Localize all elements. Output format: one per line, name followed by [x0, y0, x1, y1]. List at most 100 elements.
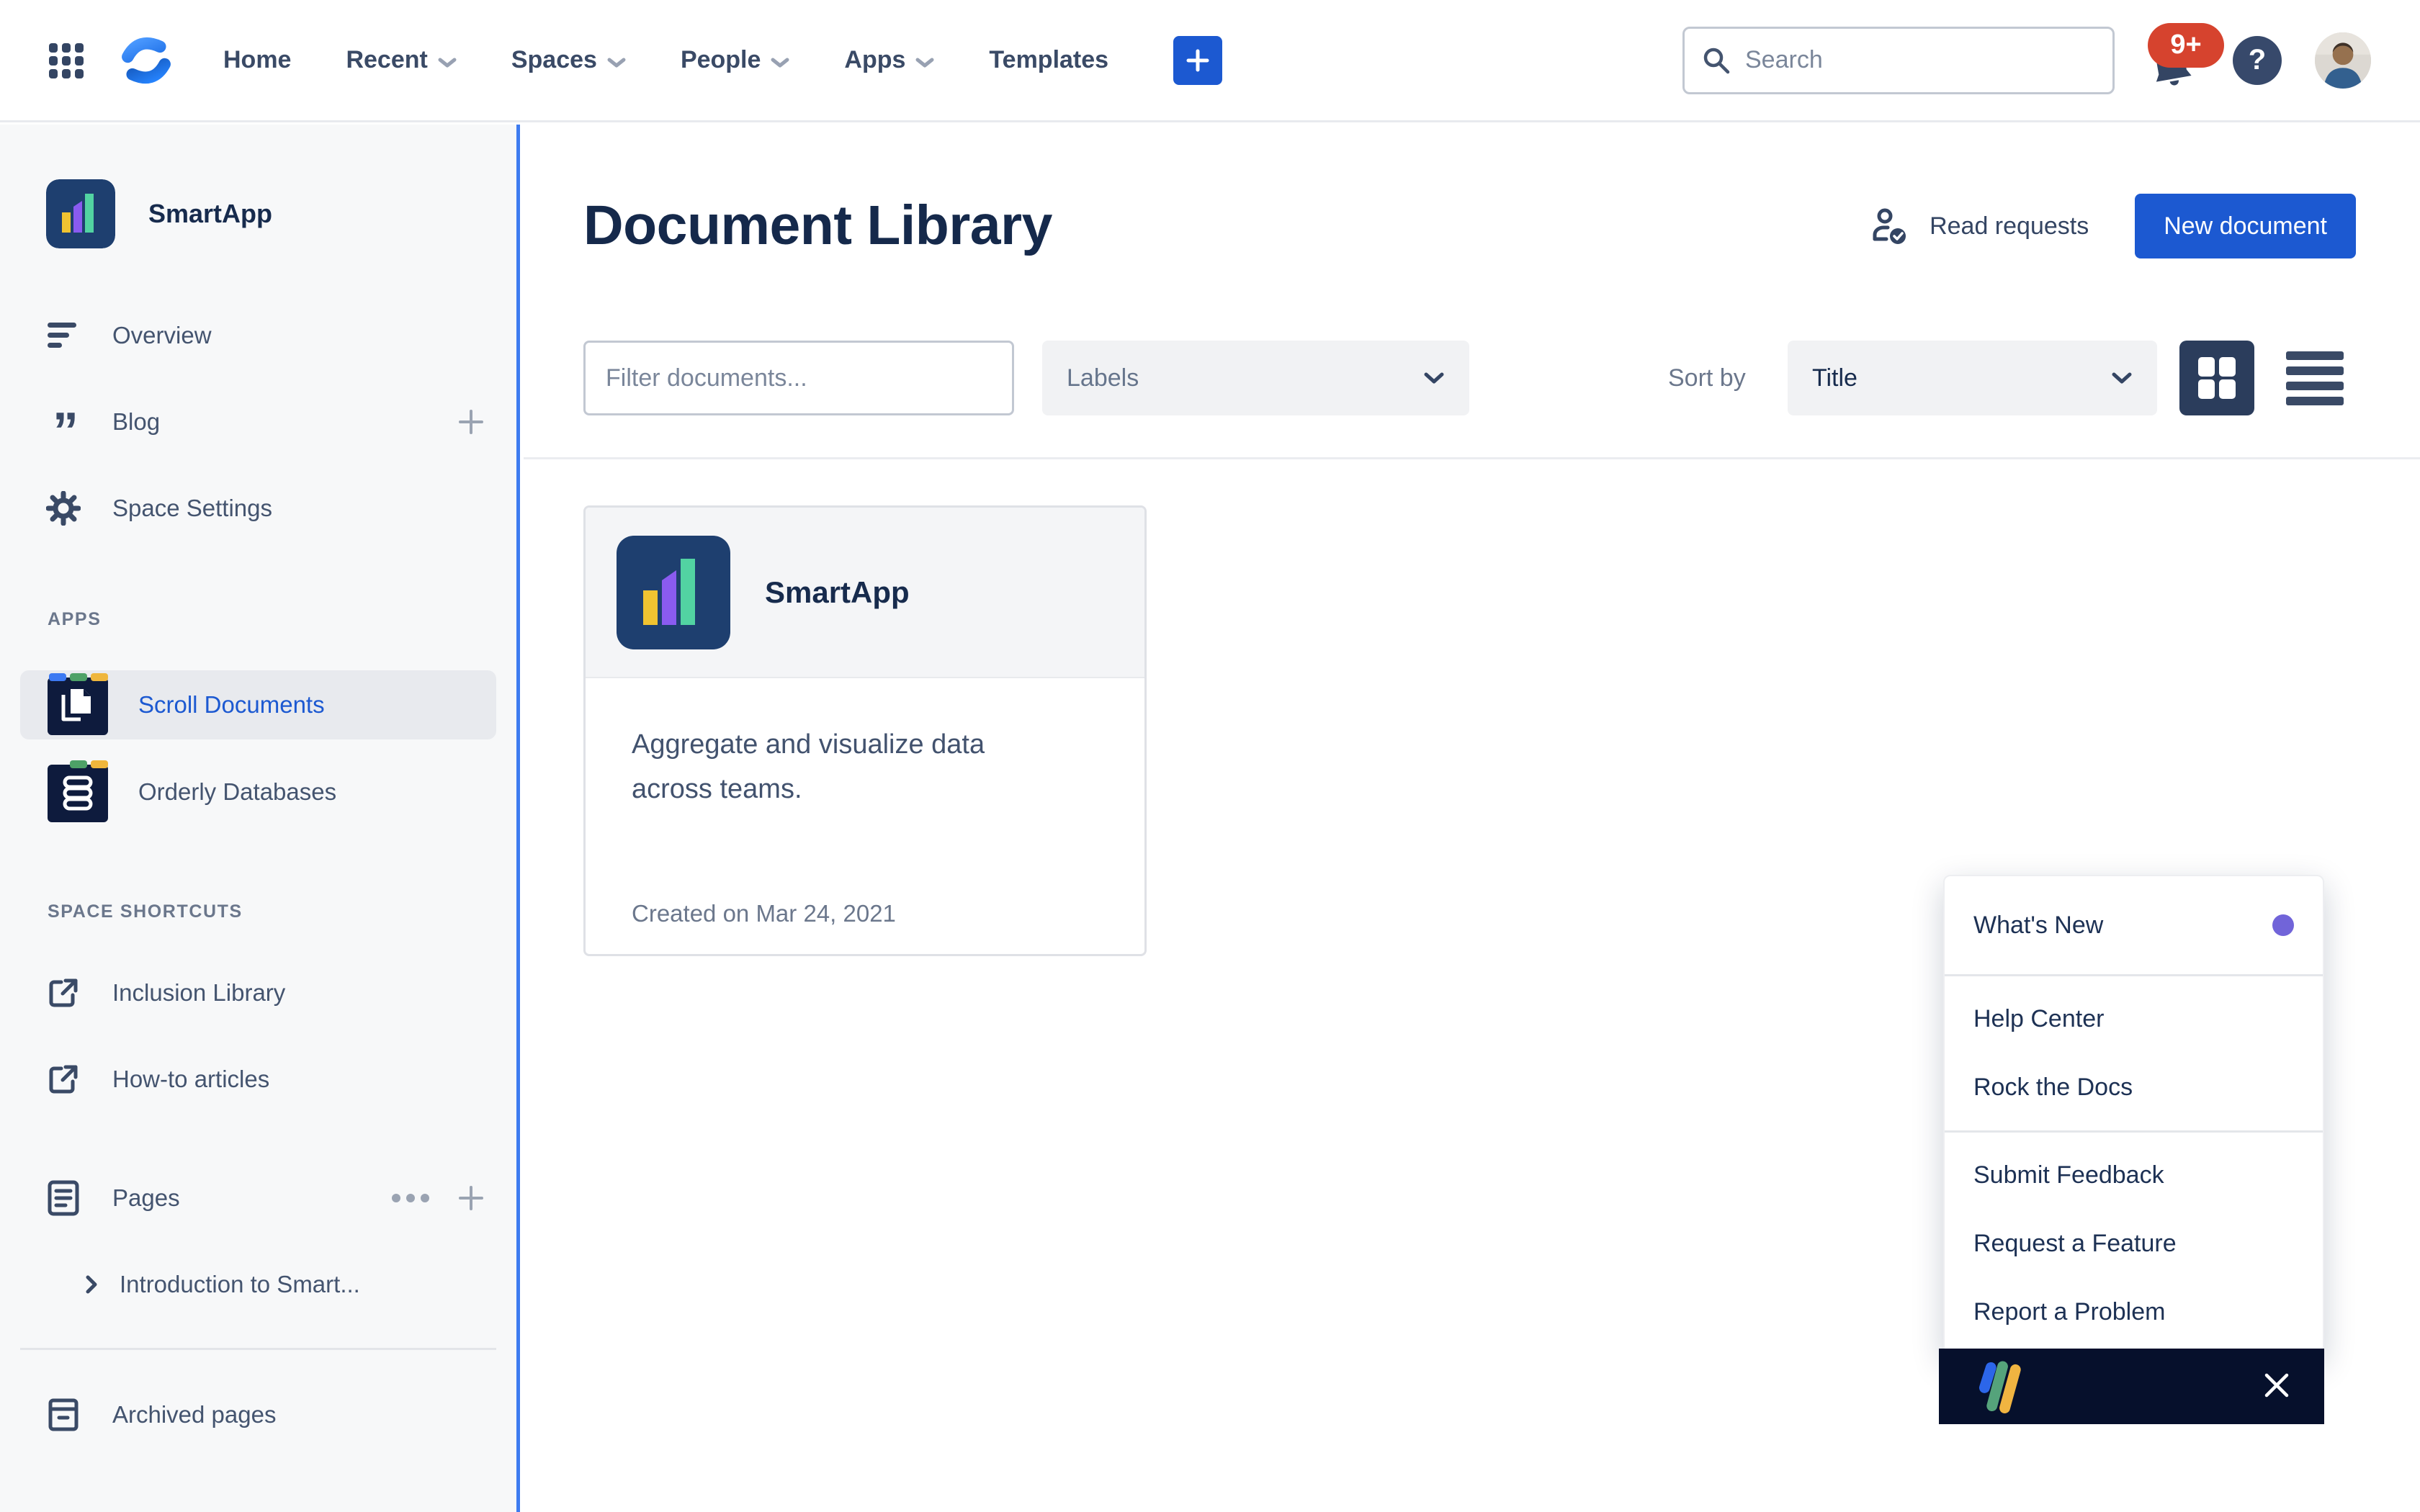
k15t-logo-icon [1969, 1360, 2038, 1413]
pages-icon [46, 1181, 81, 1215]
nav-home[interactable]: Home [223, 46, 291, 74]
sort-value: Title [1812, 364, 1857, 392]
nav-recent[interactable]: Recent [346, 46, 456, 74]
add-blog-icon[interactable] [457, 408, 485, 436]
confluence-logo-icon[interactable] [117, 35, 176, 86]
external-link-icon [46, 976, 81, 1010]
app-switcher-icon[interactable] [46, 40, 86, 81]
list-view-icon [2286, 351, 2344, 360]
top-navigation-bar: Home Recent Spaces People Apps Templates [0, 0, 2420, 122]
sidebar-item-label: Inclusion Library [112, 979, 285, 1007]
whats-new-dot [2272, 914, 2294, 936]
document-created-date: Created on Mar 24, 2021 [632, 900, 1098, 927]
chevron-down-icon [438, 57, 457, 68]
add-page-icon[interactable] [457, 1184, 485, 1212]
scroll-documents-app-icon [46, 673, 109, 737]
menu-item-help-center[interactable]: Help Center [1945, 985, 2323, 1053]
sidebar-item-scroll-documents[interactable]: Scroll Documents [20, 670, 496, 739]
smartapp-document-logo [617, 536, 730, 649]
document-description: Aggregate and visualize data across team… [632, 723, 1057, 811]
sidebar-item-inclusion-library[interactable]: Inclusion Library [0, 958, 516, 1027]
shortcuts-section-title: SPACE SHORTCUTS [0, 901, 516, 922]
chevron-down-icon [2111, 372, 2133, 384]
sidebar-item-overview[interactable]: Overview [0, 301, 516, 370]
filter-documents-input[interactable] [583, 341, 1014, 415]
filter-toolbar: Labels Sort by Title [524, 341, 2420, 415]
sidebar-item-introduction-page[interactable]: Introduction to Smart... [0, 1250, 516, 1319]
space-name: SmartApp [148, 199, 272, 229]
orderly-databases-app-icon [46, 760, 109, 824]
sidebar-item-blog[interactable]: ” Blog [0, 387, 516, 456]
quote-icon: ” [46, 405, 81, 439]
search-icon [1701, 45, 1731, 76]
document-title: SmartApp [765, 575, 910, 610]
notification-count-badge: 9+ [2148, 23, 2224, 68]
sort-by-label: Sort by [1668, 341, 1746, 415]
search-input[interactable] [1682, 27, 2115, 94]
external-link-icon [46, 1062, 81, 1097]
apps-section-title: APPS [0, 609, 516, 630]
user-avatar[interactable] [2315, 32, 2371, 89]
gear-icon [46, 491, 81, 526]
sidebar-item-archived-pages[interactable]: Archived pages [0, 1380, 516, 1449]
more-options-icon[interactable] [391, 1193, 430, 1203]
align-left-icon [46, 318, 81, 353]
nav-apps[interactable]: Apps [844, 46, 934, 74]
grid-view-icon [2197, 356, 2237, 400]
space-header[interactable]: SmartApp [0, 125, 516, 248]
person-check-icon [1869, 207, 1909, 245]
primary-nav: Home Recent Spaces People Apps Templates [223, 46, 1163, 74]
chevron-down-icon [915, 57, 934, 68]
sidebar-item-orderly-databases[interactable]: Orderly Databases [0, 757, 516, 827]
document-card[interactable]: SmartApp Aggregate and visualize data ac… [583, 505, 1147, 956]
page-tree-item-label: Introduction to Smart... [120, 1271, 360, 1298]
labels-filter-value: Labels [1067, 364, 1139, 392]
menu-item-rock-the-docs[interactable]: Rock the Docs [1945, 1053, 2323, 1122]
sidebar-item-label: Overview [112, 322, 212, 349]
create-button[interactable] [1173, 36, 1222, 85]
menu-item-submit-feedback[interactable]: Submit Feedback [1945, 1141, 2323, 1210]
close-icon [2261, 1369, 2293, 1401]
read-requests-label: Read requests [1930, 212, 2089, 240]
nav-templates[interactable]: Templates [989, 46, 1108, 74]
plus-icon [1185, 48, 1211, 73]
nav-people[interactable]: People [681, 46, 789, 74]
sidebar-item-label: Archived pages [112, 1401, 276, 1428]
sort-dropdown[interactable]: Title [1788, 341, 2157, 415]
grid-view-button[interactable] [2179, 341, 2254, 415]
sidebar-item-label: How-to articles [112, 1066, 269, 1093]
banner-close-button[interactable] [2259, 1369, 2294, 1404]
sidebar-item-space-settings[interactable]: Space Settings [0, 474, 516, 543]
read-requests-button[interactable]: Read requests [1869, 207, 2089, 245]
menu-item-report-a-problem[interactable]: Report a Problem [1945, 1278, 2323, 1346]
list-view-button[interactable] [2286, 349, 2344, 407]
sidebar-item-label: Pages [112, 1184, 180, 1212]
sidebar-item-label: Space Settings [112, 495, 272, 522]
space-sidebar: SmartApp Overview ” Blog [0, 125, 520, 1512]
chevron-down-icon [771, 57, 789, 68]
help-menu-popup: What's New Help Center Rock the Docs Sub… [1943, 875, 2324, 1356]
nav-spaces[interactable]: Spaces [511, 46, 626, 74]
menu-item-request-a-feature[interactable]: Request a Feature [1945, 1210, 2323, 1278]
page-title: Document Library [583, 194, 1052, 258]
chevron-down-icon [1423, 372, 1445, 384]
smartapp-space-logo [46, 179, 115, 248]
new-document-button[interactable]: New document [2135, 194, 2356, 258]
help-button[interactable]: ? [2233, 36, 2282, 85]
vendor-banner [1939, 1349, 2324, 1424]
sidebar-item-label: Blog [112, 408, 160, 436]
labels-filter-dropdown[interactable]: Labels [1042, 341, 1469, 415]
sidebar-item-label: Orderly Databases [138, 778, 336, 806]
toolbar-divider [524, 457, 2420, 459]
sidebar-item-pages[interactable]: Pages [0, 1164, 516, 1233]
archive-icon [46, 1398, 81, 1432]
sidebar-item-how-to-articles[interactable]: How-to articles [0, 1045, 516, 1114]
question-mark-icon: ? [2249, 44, 2266, 76]
notifications-button[interactable]: 9+ [2148, 35, 2200, 86]
chevron-right-icon[interactable] [85, 1274, 98, 1295]
sidebar-divider [20, 1348, 496, 1350]
sidebar-item-label: Scroll Documents [138, 691, 325, 719]
menu-item-whats-new[interactable]: What's New [1945, 885, 2323, 966]
search-box [1682, 27, 2115, 94]
chevron-down-icon [607, 57, 626, 68]
